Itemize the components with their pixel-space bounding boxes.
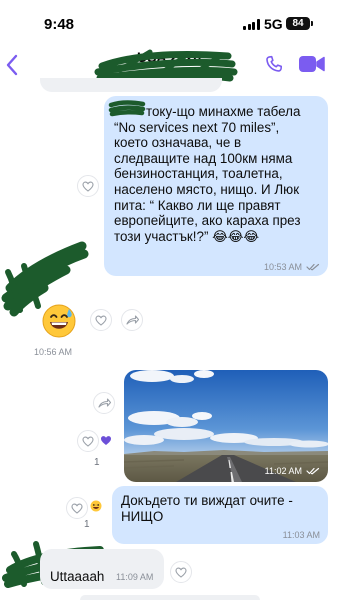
- outgoing-message-bubble[interactable]: току-що минахме табела “No services next…: [104, 96, 328, 276]
- photo-message[interactable]: 11:02 AM: [124, 370, 328, 482]
- battery-icon: 84: [286, 17, 313, 30]
- message-time: 10:56 AM: [34, 347, 72, 357]
- reaction-count: 1: [84, 519, 90, 530]
- message-time: 10:53 AM: [263, 262, 302, 272]
- read-checkmarks-icon: [306, 263, 320, 271]
- photo-meta: 11:02 AM: [265, 466, 320, 476]
- reaction-count: 1: [94, 457, 100, 468]
- grinning-sweat-emoji-icon: [42, 304, 76, 338]
- message-meta: 11:03 AM: [283, 530, 320, 540]
- next-message-edge: [80, 595, 260, 600]
- chat-title[interactable]: USA 2026: [0, 49, 338, 65]
- forward-arrow-icon: [97, 398, 111, 408]
- heart-outline-icon: [82, 436, 94, 447]
- react-heart-button[interactable]: [66, 497, 88, 519]
- forward-arrow-icon: [125, 315, 139, 325]
- battery-level: 84: [292, 18, 304, 29]
- heart-outline-icon: [82, 181, 94, 192]
- network-type-label: 5G: [264, 16, 283, 32]
- message-time: 11:02 AM: [264, 466, 302, 476]
- previous-message-edge: [40, 78, 222, 92]
- phone-call-icon[interactable]: [264, 54, 284, 74]
- incoming-emoji-message[interactable]: [42, 304, 76, 338]
- forward-button[interactable]: [93, 392, 115, 414]
- react-heart-button[interactable]: [77, 175, 99, 197]
- message-time-text: 10:56 AM: [34, 347, 73, 357]
- cellular-signal-icon: [243, 19, 260, 30]
- message-meta: 11:09 AM: [116, 572, 153, 582]
- react-heart-button[interactable]: [77, 430, 99, 452]
- message-time: 11:09 AM: [116, 572, 154, 582]
- heart-outline-icon: [95, 315, 107, 326]
- message-text: Докъдето ти виждат очите - НИЩО: [121, 493, 293, 524]
- react-heart-button[interactable]: [90, 309, 112, 331]
- laughing-emoji-reaction-icon[interactable]: [90, 500, 102, 512]
- message-text: току-що минахме табела “No services next…: [114, 104, 301, 244]
- message-text: Uttaaaah: [50, 569, 105, 584]
- status-bar: 9:48 5G 84: [0, 0, 338, 46]
- heart-outline-icon: [175, 567, 187, 578]
- status-time: 9:48: [44, 16, 75, 33]
- message-meta: 10:53 AM: [264, 262, 320, 272]
- read-checkmarks-icon: [306, 467, 320, 475]
- outgoing-message-bubble[interactable]: Докъдето ти виждат очите - НИЩО 11:03 AM: [112, 486, 328, 544]
- message-time: 11:03 AM: [282, 530, 320, 540]
- purple-heart-reaction-icon[interactable]: [100, 435, 112, 446]
- react-heart-button[interactable]: [170, 561, 192, 583]
- forward-button[interactable]: [121, 309, 143, 331]
- heart-outline-icon: [71, 503, 83, 514]
- video-call-icon[interactable]: [298, 54, 326, 74]
- incoming-message-bubble[interactable]: Uttaaaah 11:09 AM: [40, 549, 164, 589]
